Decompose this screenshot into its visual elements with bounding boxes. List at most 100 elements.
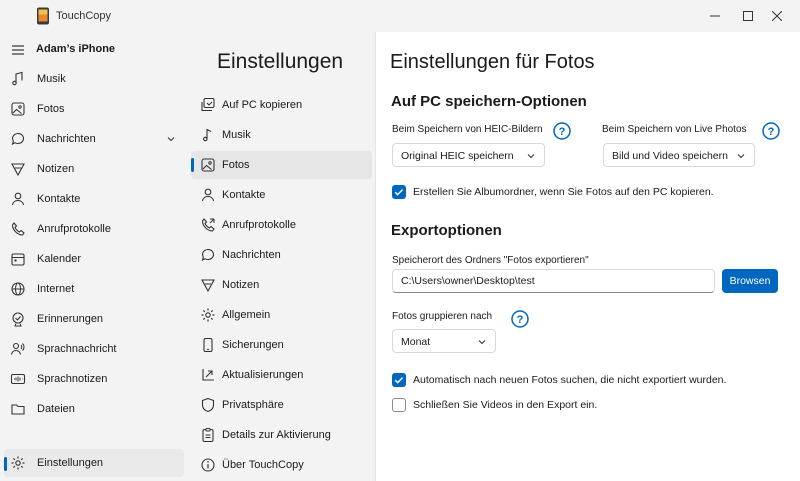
settings-item-notizen[interactable]: Notizen: [191, 271, 372, 299]
svg-text:?: ?: [768, 126, 775, 138]
nav-item-internet[interactable]: Internet: [4, 275, 184, 303]
chevron-down-icon: [167, 137, 175, 142]
nav-item-anrufprotokolle[interactable]: Anrufprotokolle: [4, 215, 184, 243]
nav-label: Musik: [37, 73, 66, 85]
heic-dropdown[interactable]: Original HEIC speichern: [392, 143, 545, 167]
music-note-icon: [12, 71, 23, 86]
settings-item-label: Anrufprotokolle: [222, 219, 296, 231]
chevron-down-icon: [527, 154, 535, 159]
help-icon[interactable]: ?: [511, 310, 529, 328]
photo-icon: [201, 158, 215, 172]
nav-label: Erinnerungen: [37, 313, 104, 325]
nav-label: Dateien: [37, 403, 75, 415]
nav-item-kontakte[interactable]: Kontakte: [4, 185, 184, 213]
settings-item-label: Privatsphäre: [222, 399, 284, 411]
nav-label: Notizen: [37, 163, 75, 175]
close-button[interactable]: [754, 0, 800, 32]
settings-item-allgemein[interactable]: Allgemein: [191, 301, 372, 329]
clipboard-icon: [202, 428, 214, 443]
auto-search-checkbox[interactable]: [392, 373, 406, 387]
browse-button[interactable]: Browsen: [722, 269, 778, 293]
settings-item-label: Allgemein: [222, 309, 271, 321]
settings-item-ueber[interactable]: Über TouchCopy: [191, 451, 372, 479]
settings-item-musik[interactable]: Musik: [191, 121, 372, 149]
page-title: Einstellungen für Fotos: [390, 51, 595, 73]
settings-item-label: Auf PC kopieren: [222, 99, 303, 111]
reminder-icon: [12, 312, 24, 327]
settings-item-privatsphaere[interactable]: Privatsphäre: [191, 391, 372, 419]
heic-dropdown-value: Original HEIC speichern: [401, 150, 514, 162]
checkmark-icon: [394, 189, 404, 196]
help-icon[interactable]: ?: [762, 122, 780, 140]
settings-item-label: Details zur Aktivierung: [222, 429, 331, 441]
chevron-down-icon: [737, 154, 745, 159]
voice-memo-icon: [10, 373, 26, 385]
globe-icon: [11, 282, 25, 296]
nav-item-nachrichten[interactable]: Nachrichten: [4, 125, 184, 153]
settings-item-aktualisierungen[interactable]: Aktualisierungen: [191, 361, 372, 389]
nav-label: Internet: [37, 283, 75, 295]
group-by-dropdown-value: Monat: [401, 336, 431, 348]
svg-text:?: ?: [559, 126, 566, 138]
info-icon: [201, 458, 215, 472]
device-icon: [203, 337, 213, 353]
svg-text:?: ?: [517, 314, 524, 326]
nav-item-erinnerungen[interactable]: Erinnerungen: [4, 305, 184, 333]
folder-icon: [11, 404, 25, 415]
nav-label: Kalender: [37, 253, 82, 265]
settings-item-kontakte[interactable]: Kontakte: [191, 181, 372, 209]
nav-item-sprachnotizen[interactable]: Sprachnotizen: [4, 365, 184, 393]
settings-item-fotos[interactable]: Fotos: [191, 151, 372, 179]
nav-item-sprachnachricht[interactable]: Sprachnachricht: [4, 335, 184, 363]
notes-icon: [201, 279, 215, 293]
nav-item-einstellungen[interactable]: Einstellungen: [4, 449, 184, 477]
nav-label: Anrufprotokolle: [37, 223, 111, 235]
nav-label: Nachrichten: [37, 133, 96, 145]
settings-item-label: Kontakte: [222, 189, 266, 201]
export-options-heading: Exportoptionen: [391, 222, 502, 239]
hamburger-menu-icon[interactable]: [11, 44, 25, 56]
settings-item-label: Fotos: [222, 159, 250, 171]
phone-icon: [201, 218, 215, 232]
settings-item-sicherungen[interactable]: Sicherungen: [191, 331, 372, 359]
include-videos-checkbox[interactable]: [392, 398, 406, 412]
copy-to-pc-icon: [201, 97, 215, 112]
voicemail-icon: [10, 342, 25, 355]
maximize-icon: [743, 11, 753, 21]
device-name: Adam’s iPhone: [36, 43, 116, 55]
settings-item-details-aktivierung[interactable]: Details zur Aktivierung: [191, 421, 372, 449]
save-options-heading: Auf PC speichern-Optionen: [391, 93, 587, 110]
phone-icon: [11, 222, 25, 236]
gear-icon: [11, 456, 25, 470]
gear-icon: [201, 308, 215, 322]
nav-item-kalender[interactable]: Kalender: [4, 245, 184, 273]
calendar-icon: [11, 253, 25, 266]
live-photos-dropdown[interactable]: Bild und Video speichern: [603, 143, 755, 167]
album-folders-checkbox[interactable]: [392, 185, 406, 199]
export-location-input[interactable]: [392, 269, 715, 293]
update-icon: [202, 369, 214, 381]
photo-settings-panel: Einstellungen für Fotos Auf PC speichern…: [375, 32, 800, 481]
notes-icon: [11, 163, 25, 177]
group-by-dropdown[interactable]: Monat: [392, 329, 496, 353]
settings-item-label: Sicherungen: [222, 339, 284, 351]
minimize-icon: [710, 15, 720, 17]
nav-label: Kontakte: [37, 193, 81, 205]
settings-item-auf-pc-kopieren[interactable]: Auf PC kopieren: [191, 91, 372, 119]
help-icon[interactable]: ?: [553, 122, 571, 140]
settings-navigation: Einstellungen Auf PC kopieren Musik Foto…: [188, 32, 375, 481]
nav-item-fotos[interactable]: Fotos: [4, 95, 184, 123]
nav-label: Einstellungen: [37, 457, 104, 469]
nav-label: Fotos: [37, 103, 65, 115]
shield-icon: [201, 397, 215, 413]
album-folders-label: Erstellen Sie Albumordner, wenn Sie Foto…: [413, 186, 714, 198]
chevron-down-icon: [478, 340, 486, 345]
nav-item-musik[interactable]: Musik: [4, 65, 184, 93]
contact-icon: [11, 192, 25, 206]
nav-item-dateien[interactable]: Dateien: [4, 395, 184, 423]
nav-item-notizen[interactable]: Notizen: [4, 155, 184, 183]
settings-item-anrufprotokolle[interactable]: Anrufprotokolle: [191, 211, 372, 239]
phone-app-icon: [37, 7, 49, 25]
settings-item-nachrichten[interactable]: Nachrichten: [191, 241, 372, 269]
left-navigation: Adam’s iPhone Musik Fotos Nachrichten No…: [0, 32, 188, 481]
